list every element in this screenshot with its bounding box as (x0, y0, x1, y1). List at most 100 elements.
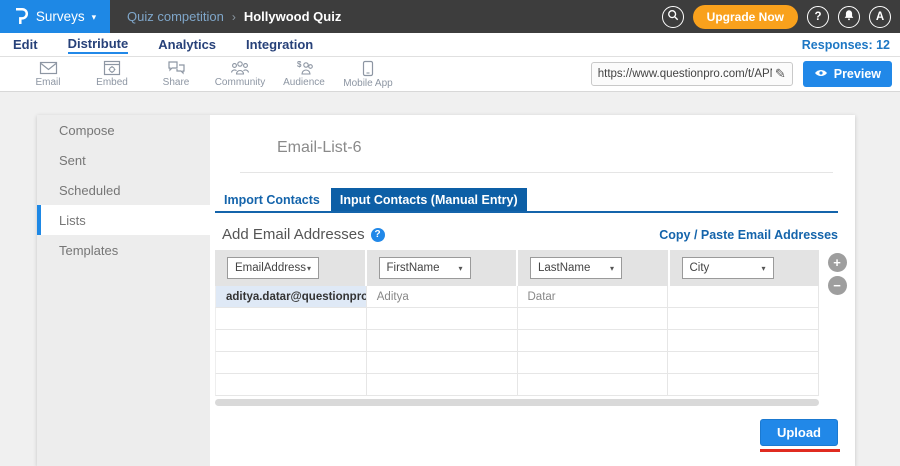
table-row (215, 352, 819, 374)
list-title: Email-List-6 (277, 139, 825, 157)
sidebar-item-compose[interactable]: Compose (37, 115, 210, 145)
upload-button[interactable]: Upload (760, 419, 838, 446)
cell-email[interactable] (216, 308, 367, 329)
select-arrow-icon: ▾ (307, 264, 311, 273)
survey-url-box: ✎ (591, 62, 793, 86)
sidebar-item-sent[interactable]: Sent (37, 145, 210, 175)
survey-nav: Edit Distribute Analytics Integration Re… (0, 33, 900, 57)
select-arrow-icon: ▾ (458, 264, 462, 273)
column-select-lastname[interactable]: LastName ▾ (530, 257, 622, 279)
cell-firstname[interactable]: Aditya (367, 286, 518, 307)
table-row (215, 374, 819, 396)
email-sidebar: Compose Sent Scheduled Lists Templates (37, 115, 210, 466)
eye-icon (814, 67, 828, 81)
cell-lastname[interactable] (518, 308, 669, 329)
table-row (215, 308, 819, 330)
nav-item-integration[interactable]: Integration (246, 37, 313, 52)
cell-email[interactable] (216, 374, 367, 395)
channel-embed[interactable]: Embed (80, 60, 144, 88)
channel-community[interactable]: Community (208, 60, 272, 88)
channel-share[interactable]: Share (144, 60, 208, 88)
topbar-actions: Upgrade Now ? A (662, 5, 891, 29)
cell-city[interactable] (668, 330, 819, 351)
responses-count: Responses: 12 (802, 38, 890, 52)
cell-city[interactable] (668, 308, 819, 329)
cell-lastname[interactable] (518, 374, 669, 395)
help-button[interactable]: ? (807, 6, 829, 28)
nav-item-edit[interactable]: Edit (13, 37, 38, 52)
sidebar-item-scheduled[interactable]: Scheduled (37, 175, 210, 205)
cell-lastname[interactable] (518, 330, 669, 351)
search-button[interactable] (662, 6, 684, 28)
cell-firstname[interactable] (367, 374, 518, 395)
cell-email[interactable] (216, 330, 367, 351)
notifications-button[interactable] (838, 6, 860, 28)
add-emails-header: Add Email Addresses ? Copy / Paste Email… (222, 226, 838, 243)
breadcrumb-folder[interactable]: Quiz competition (127, 9, 224, 24)
survey-url-input[interactable] (598, 68, 772, 80)
questionpro-logo-icon (14, 7, 29, 26)
cell-email[interactable]: aditya.datar@questionpro.com (216, 286, 367, 307)
list-content: Email-List-6 Import Contacts Input Conta… (210, 115, 855, 466)
column-select-city[interactable]: City ▾ (682, 257, 774, 279)
email-icon (39, 60, 58, 76)
cell-firstname[interactable] (367, 308, 518, 329)
table-header-cell: FirstName ▾ (367, 250, 519, 286)
contact-tabs: Import Contacts Input Contacts (Manual E… (215, 188, 838, 213)
community-icon (230, 60, 250, 76)
horizontal-scrollbar[interactable] (215, 399, 819, 406)
cell-lastname[interactable] (518, 352, 669, 373)
embed-icon (103, 60, 121, 76)
cell-email[interactable] (216, 352, 367, 373)
upgrade-now-button[interactable]: Upgrade Now (693, 5, 798, 29)
table-header-cell: LastName ▾ (518, 250, 670, 286)
avatar[interactable]: A (869, 6, 891, 28)
cell-city[interactable] (668, 352, 819, 373)
product-switcher[interactable]: Surveys ▾ (0, 0, 110, 33)
cell-city[interactable] (668, 286, 819, 307)
nav-item-analytics[interactable]: Analytics (158, 37, 216, 52)
help-icon[interactable]: ? (371, 228, 385, 242)
distribute-card: Compose Sent Scheduled Lists Templates E… (37, 115, 855, 466)
upload-row: Upload (210, 419, 838, 452)
section-title: Add Email Addresses (222, 226, 365, 243)
sidebar-item-lists[interactable]: Lists (37, 205, 210, 235)
tab-import-contacts[interactable]: Import Contacts (215, 188, 329, 211)
row-controls: + − (819, 250, 855, 406)
annotation-red-underline (760, 449, 840, 452)
breadcrumb: Quiz competition › Hollywood Quiz (127, 9, 341, 24)
cell-lastname[interactable]: Datar (518, 286, 669, 307)
remove-row-button[interactable]: − (828, 276, 847, 295)
cell-city[interactable] (668, 374, 819, 395)
table-header-cell: City ▾ (670, 250, 820, 286)
column-select-firstname[interactable]: FirstName ▾ (379, 257, 471, 279)
bell-icon (843, 9, 855, 24)
contacts-table-zone: EmailAddress ▾ FirstName ▾ (215, 250, 855, 406)
edit-url-icon[interactable]: ✎ (775, 66, 786, 82)
channel-email[interactable]: Email (16, 60, 80, 88)
cell-firstname[interactable] (367, 352, 518, 373)
tab-input-contacts-manual[interactable]: Input Contacts (Manual Entry) (331, 188, 527, 211)
table-header-cell: EmailAddress ▾ (215, 250, 367, 286)
breadcrumb-survey-name: Hollywood Quiz (244, 9, 342, 24)
nav-item-distribute[interactable]: Distribute (68, 36, 129, 54)
page-background: Compose Sent Scheduled Lists Templates E… (0, 92, 900, 466)
search-icon (667, 9, 679, 24)
preview-button[interactable]: Preview (803, 61, 892, 87)
cell-firstname[interactable] (367, 330, 518, 351)
chevron-down-icon: ▾ (92, 12, 97, 23)
copy-paste-link[interactable]: Copy / Paste Email Addresses (659, 228, 838, 242)
svg-text:$: $ (297, 60, 302, 69)
select-arrow-icon: ▾ (610, 264, 614, 273)
title-divider (240, 172, 833, 173)
channel-audience[interactable]: $ Audience (272, 60, 336, 88)
sidebar-item-templates[interactable]: Templates (37, 235, 210, 265)
add-row-button[interactable]: + (828, 253, 847, 272)
share-icon (167, 60, 186, 76)
top-bar: Surveys ▾ Quiz competition › Hollywood Q… (0, 0, 900, 33)
column-select-emailaddress[interactable]: EmailAddress ▾ (227, 257, 319, 279)
channel-mobile-app[interactable]: Mobile App (336, 60, 400, 89)
table-header-row: EmailAddress ▾ FirstName ▾ (215, 250, 819, 286)
select-arrow-icon: ▾ (761, 264, 765, 273)
contacts-table: EmailAddress ▾ FirstName ▾ (215, 250, 819, 406)
